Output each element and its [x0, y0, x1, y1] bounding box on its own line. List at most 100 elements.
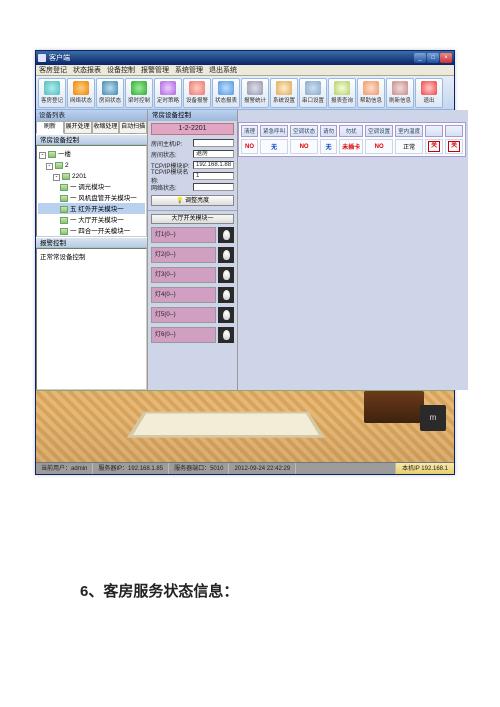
menu-item[interactable]: 系统管理 — [175, 65, 203, 75]
grid-header[interactable] — [445, 125, 463, 137]
bulb-icon — [223, 330, 230, 340]
app-icon — [38, 54, 46, 62]
close-button[interactable]: × — [440, 53, 452, 63]
status-server-port: 服务器端口：5010 — [169, 463, 229, 474]
maximize-button[interactable]: □ — [427, 53, 439, 63]
grid-header[interactable]: 紧急呼叫 — [260, 125, 288, 137]
tree-node-icon — [60, 184, 68, 191]
separator — [148, 210, 237, 211]
workarea: 设备列表 刷新 展开处理 收缩处理 自动扫描端 常房设备控制 -一楼-2-220… — [36, 110, 454, 390]
tab-refresh[interactable]: 刷新 — [36, 121, 64, 134]
switch-module-label[interactable]: 大厅开关模块一 — [151, 214, 234, 224]
grid-cell: 无 — [260, 139, 288, 154]
tree-node-label: 一 调光模块一 — [70, 184, 111, 191]
tree-node[interactable]: - 2201 — [38, 170, 145, 181]
form-label: 网络状态: — [151, 183, 193, 192]
bulb-icon: 💡 — [176, 198, 183, 204]
tree-node-icon — [60, 195, 68, 202]
tree-node[interactable]: -2 — [38, 159, 145, 170]
net-state-input[interactable] — [193, 183, 234, 191]
tree-node[interactable]: - 一楼 — [38, 148, 145, 159]
light-preview — [218, 327, 234, 343]
rug-graphic — [127, 412, 325, 438]
tb-report-query[interactable]: 报表查询 — [328, 78, 356, 108]
tree-node[interactable]: 一 风机盘管开关模块一 — [38, 192, 145, 203]
grid-header[interactable]: 室内温度 — [395, 125, 423, 137]
room-id-banner: 1-2-2201 — [151, 123, 234, 135]
light-preview — [218, 267, 234, 283]
grid-header[interactable]: 清理 — [241, 125, 258, 137]
grid-cell: 关 — [445, 139, 463, 154]
minimize-button[interactable]: _ — [414, 53, 426, 63]
light-button[interactable]: 灯6(0--) — [151, 327, 216, 343]
tree-node[interactable]: 一 大厅开关模块一 — [38, 214, 145, 225]
adjust-brightness-button[interactable]: 💡 调整亮度 — [151, 195, 234, 206]
mid-panel-title: 常房设备控制 — [148, 110, 237, 121]
mid-panel: 常房设备控制 1-2-2201 房间主机IP: 房间状态:退房 TCP/IP模块… — [148, 110, 238, 390]
tb-refresh[interactable]: 刷新信息 — [386, 78, 414, 108]
tb-status-report[interactable]: 状态报表 — [212, 78, 240, 108]
tb-serial-settings[interactable]: 串口设置 — [299, 78, 327, 108]
status-server-ip: 服务器IP：192.168.1.85 — [93, 463, 169, 474]
light-row: 灯6(0--) — [151, 326, 234, 344]
form-label: 房间状态: — [151, 150, 193, 159]
bulb-icon — [223, 310, 230, 320]
room-state-input[interactable]: 退房 — [193, 150, 234, 158]
titlebar[interactable]: 客户端 _ □ × — [36, 51, 454, 65]
tab-expand[interactable]: 展开处理 — [64, 121, 92, 134]
tree-node-icon — [60, 217, 68, 224]
tab-autoscan[interactable]: 自动扫描端 — [119, 121, 147, 134]
host-ip-input[interactable] — [193, 139, 234, 147]
tb-sys-settings[interactable]: 系统设置 — [270, 78, 298, 108]
tree-node[interactable]: 一 四合一开关模块一 — [38, 225, 145, 236]
menu-item[interactable]: 状态报表 — [73, 65, 101, 75]
tree-toggle-icon[interactable]: - — [53, 174, 60, 181]
tree-node[interactable]: 五 红外开关模块一 — [38, 203, 145, 214]
tb-beam-ctrl[interactable]: 梁时控制 — [125, 78, 153, 108]
tb-help[interactable]: 帮助信息 — [357, 78, 385, 108]
logo-icon: m — [420, 405, 446, 431]
tb-room-register[interactable]: 客房登记 — [38, 78, 66, 108]
menu-item[interactable]: 报警管理 — [141, 65, 169, 75]
left-panel: 设备列表 刷新 展开处理 收缩处理 自动扫描端 常房设备控制 -一楼-2-220… — [36, 110, 148, 390]
grid-header[interactable]: 空调设置 — [365, 125, 393, 137]
grid-header[interactable] — [425, 125, 443, 137]
app-window: 客户端 _ □ × 客房登记 状态报表 设备控制 报警管理 系统管理 退出系统 … — [35, 50, 455, 475]
device-tree[interactable]: -一楼-2-2201一 调光模块一一 风机盘管开关模块一五 红外开关模块一一 大… — [36, 145, 147, 237]
alarm-ctrl-list[interactable]: 正常常设备控制 — [36, 248, 147, 390]
tree-node-label: 一楼 — [58, 151, 71, 158]
light-button[interactable]: 灯4(0--) — [151, 287, 216, 303]
tb-room-status[interactable]: 房间状态 — [96, 78, 124, 108]
background-photo: m — [36, 390, 454, 462]
light-button[interactable]: 灯1(0--) — [151, 227, 216, 243]
bulb-icon — [223, 250, 230, 260]
menu-item[interactable]: 退出系统 — [209, 65, 237, 75]
tree-toggle-icon[interactable]: - — [46, 163, 53, 170]
tree-node-label: 一 四合一开关模块一 — [70, 228, 130, 235]
light-button[interactable]: 灯2(0--) — [151, 247, 216, 263]
tb-network-status[interactable]: 网络状态 — [67, 78, 95, 108]
statusbar: 当前用户：admin 服务器IP：192.168.1.85 服务器端口：5010… — [36, 462, 454, 474]
tree-node[interactable]: 一 调光模块一 — [38, 181, 145, 192]
left-tabs: 刷新 展开处理 收缩处理 自动扫描端 — [36, 121, 147, 134]
grid-header[interactable]: 勿扰 — [339, 125, 363, 137]
tb-alarm[interactable]: 设备报警 — [183, 78, 211, 108]
menu-item[interactable]: 设备控制 — [107, 65, 135, 75]
tb-alarm-stats[interactable]: 报警统计 — [241, 78, 269, 108]
menu-item[interactable]: 客房登记 — [39, 65, 67, 75]
tcp-name-input[interactable]: 1 — [193, 172, 234, 180]
tree-node-label: 2201 — [72, 173, 86, 180]
light-row: 灯3(0--) — [151, 266, 234, 284]
grid-header[interactable]: 请勿 — [320, 125, 337, 137]
grid-header[interactable]: 空调状态 — [290, 125, 318, 137]
tab-collapse[interactable]: 收缩处理 — [92, 121, 120, 134]
tb-timer[interactable]: 定时策略 — [154, 78, 182, 108]
light-button[interactable]: 灯3(0--) — [151, 267, 216, 283]
room-form: 房间主机IP: 房间状态:退房 TCP/IP模块IP:192.168.1.88 … — [148, 137, 237, 194]
alarm-ctrl-title: 报警控制 — [36, 237, 147, 248]
tb-exit[interactable]: 退出 — [415, 78, 443, 108]
light-button[interactable]: 灯5(0--) — [151, 307, 216, 323]
tcp-ip-input[interactable]: 192.168.1.88 — [193, 161, 234, 169]
list-item[interactable]: 正常常设备控制 — [40, 251, 143, 261]
tree-toggle-icon[interactable]: - — [39, 152, 46, 159]
